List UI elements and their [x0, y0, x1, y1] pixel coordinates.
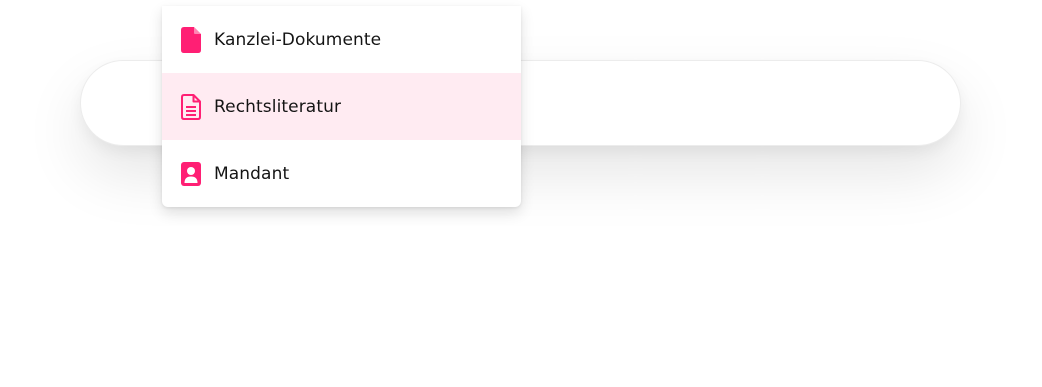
client-icon	[181, 161, 201, 187]
document-lines-icon	[181, 93, 201, 120]
dropdown-item-rechtsliteratur[interactable]: Rechtsliteratur	[162, 73, 521, 140]
document-icon	[181, 26, 201, 53]
dropdown-item-kanzlei-dokumente[interactable]: Kanzlei-Dokumente	[162, 6, 521, 73]
dropdown-item-label: Mandant	[214, 163, 290, 184]
category-dropdown: Kanzlei-Dokumente Rechtsliteratur Mandan…	[162, 6, 521, 207]
dropdown-item-label: Rechtsliteratur	[214, 96, 342, 117]
dropdown-item-mandant[interactable]: Mandant	[162, 140, 521, 207]
stage: Kanzlei-Dokumente Rechtsliteratur Mandan…	[0, 0, 1042, 387]
dropdown-item-label: Kanzlei-Dokumente	[214, 29, 382, 50]
